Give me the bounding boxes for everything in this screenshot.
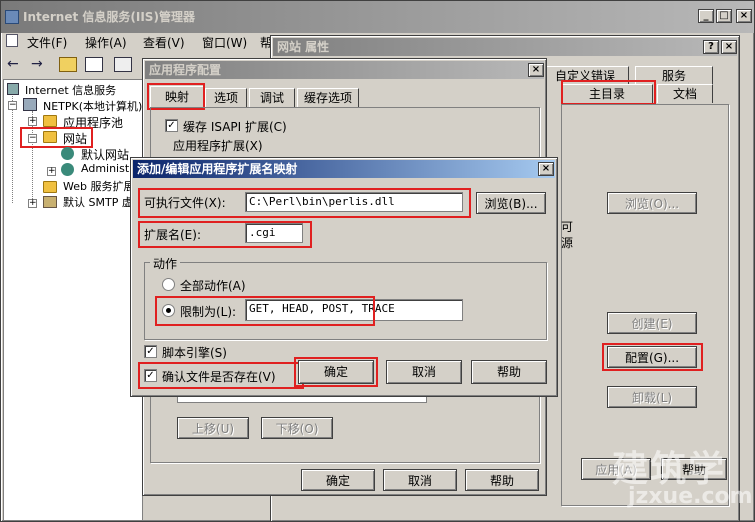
- server-expander[interactable]: −: [8, 101, 17, 110]
- up-folder-icon[interactable]: [59, 57, 77, 72]
- site-props-title: 网站 属性: [277, 40, 330, 54]
- all-actions-radio[interactable]: [162, 278, 175, 291]
- app-pool-expander[interactable]: +: [28, 117, 37, 126]
- admin-globe-icon: [61, 163, 74, 176]
- create-button[interactable]: 创建(E): [607, 312, 697, 334]
- limit-highlight: [155, 296, 375, 326]
- move-down-button[interactable]: 下移(O): [261, 417, 333, 439]
- dialog-browse-button[interactable]: 浏览(B)...: [476, 192, 546, 214]
- source-label: 源: [561, 236, 574, 250]
- dialog-close-button[interactable]: ×: [538, 162, 554, 176]
- maximize-button[interactable]: □: [716, 9, 732, 23]
- ext-mapping-title: 添加/编辑应用程序扩展名映射: [137, 162, 298, 176]
- ext-highlight: [138, 221, 312, 248]
- properties-icon[interactable]: [114, 57, 132, 72]
- show-tree-icon[interactable]: [85, 57, 103, 72]
- dialog-help-button[interactable]: 帮助: [471, 360, 547, 384]
- iis-app-icon: [5, 10, 19, 24]
- back-arrow-icon[interactable]: ←: [7, 56, 19, 72]
- tree-default-site[interactable]: 默认网站: [81, 146, 129, 163]
- menu-window[interactable]: 窗口(W): [202, 34, 247, 51]
- move-up-button[interactable]: 上移(U): [177, 417, 249, 439]
- close-button[interactable]: ×: [736, 9, 752, 23]
- home-dir-tab-highlight: [561, 80, 656, 105]
- app-config-close-button[interactable]: ×: [528, 63, 544, 77]
- app-pool-folder-icon: [43, 115, 57, 127]
- checkbox-highlight: [138, 362, 304, 389]
- tab-options[interactable]: 选项: [205, 88, 247, 107]
- menu-view[interactable]: 查看(V): [143, 34, 185, 51]
- ext-mapping-title-bar: 添加/编辑应用程序扩展名映射: [133, 160, 555, 178]
- app-config-title-bar: 应用程序配置: [145, 61, 544, 79]
- tree-web-ext[interactable]: Web 服务扩展: [63, 178, 134, 194]
- forward-arrow-icon[interactable]: →: [31, 56, 43, 72]
- exe-highlight: [138, 188, 471, 218]
- app-config-title: 应用程序配置: [149, 63, 222, 77]
- actions-group-label: 动作: [150, 255, 181, 272]
- config-highlight: [602, 343, 703, 371]
- watermark-url: jzxue.com: [628, 484, 753, 509]
- smtp-expander[interactable]: +: [28, 199, 37, 208]
- web-ext-folder-icon: [43, 181, 57, 193]
- script-engine-checkbox[interactable]: ✓: [144, 345, 157, 358]
- all-actions-label: 全部动作(A): [180, 279, 246, 293]
- readable-label: 可: [561, 220, 574, 234]
- iis-title-bar: Internet 信息服务(IIS)管理器: [1, 1, 754, 33]
- cache-isapi-label: 缓存 ISAPI 扩展(C): [183, 120, 287, 134]
- tree-server[interactable]: NETPK(本地计算机): [43, 98, 142, 114]
- ok-highlight: [294, 357, 378, 387]
- menu-file[interactable]: 文件(F): [27, 34, 67, 51]
- admin-expander[interactable]: +: [47, 167, 56, 176]
- app-config-ok-button[interactable]: 确定: [301, 469, 375, 491]
- browse-site-button[interactable]: 浏览(O)...: [607, 192, 697, 214]
- default-site-globe-icon: [61, 147, 74, 160]
- iis-title: Internet 信息服务(IIS)管理器: [23, 10, 195, 24]
- app-config-cancel-button[interactable]: 取消: [383, 469, 457, 491]
- minimize-button[interactable]: _: [698, 9, 714, 23]
- site-props-title-bar: 网站 属性: [273, 38, 737, 56]
- unload-button[interactable]: 卸载(L): [607, 386, 697, 408]
- script-engine-label: 脚本引擎(S): [162, 346, 227, 360]
- server-icon: [23, 98, 37, 111]
- site-props-close-button[interactable]: ×: [721, 40, 737, 54]
- ext-mapping-dialog: 添加/编辑应用程序扩展名映射 × 可执行文件(X): C:\Perl\bin\p…: [130, 157, 558, 397]
- cache-isapi-checkbox[interactable]: ✓: [165, 119, 178, 132]
- iis-root-icon: [7, 83, 19, 95]
- tab-documents[interactable]: 文档: [657, 84, 713, 103]
- tree-smtp[interactable]: 默认 SMTP 虚: [63, 194, 133, 210]
- smtp-icon: [43, 196, 57, 208]
- tab-debugging[interactable]: 调试: [249, 88, 295, 107]
- mappings-tab-highlight: [147, 83, 205, 110]
- app-ext-group-label: 应用程序扩展(X): [173, 139, 263, 153]
- sites-highlight: [20, 127, 93, 148]
- menu-action[interactable]: 操作(A): [85, 34, 127, 51]
- menu-doc-icon: [6, 34, 18, 47]
- dialog-cancel-button[interactable]: 取消: [386, 360, 462, 384]
- tab-cache-options[interactable]: 缓存选项: [297, 88, 359, 107]
- help-title-button[interactable]: ?: [703, 40, 719, 54]
- app-config-help-button[interactable]: 帮助: [465, 469, 539, 491]
- tree-root[interactable]: Internet 信息服务: [25, 82, 116, 98]
- tree-admin[interactable]: Administ: [81, 162, 129, 175]
